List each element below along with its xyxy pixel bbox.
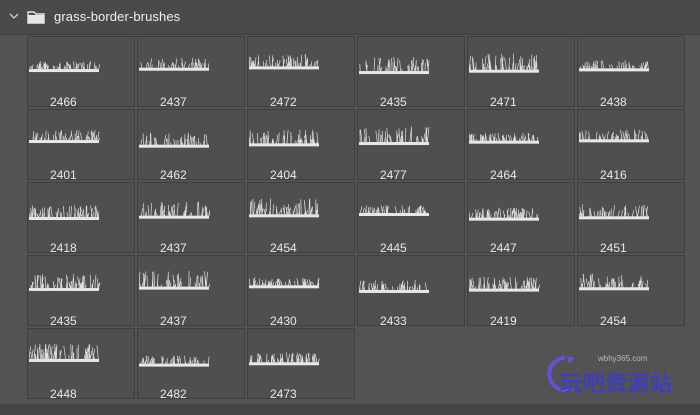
brush-size-label: 2477 — [380, 168, 407, 182]
brush-tile[interactable]: 2451 — [577, 182, 685, 255]
brush-tile[interactable]: 2433 — [357, 255, 465, 328]
grass-stroke-preview-icon — [29, 274, 101, 291]
grass-stroke-preview-icon — [139, 132, 209, 148]
brush-size-label: 2416 — [600, 168, 627, 182]
grass-stroke-preview-icon — [359, 57, 430, 75]
panel-footer — [0, 404, 700, 415]
grass-stroke-preview-icon — [359, 279, 429, 293]
brush-tile[interactable]: 2445 — [357, 182, 465, 255]
brush-tile[interactable]: 2435 — [27, 255, 135, 328]
brush-tile[interactable]: 2404 — [247, 109, 355, 182]
brush-tile[interactable]: 2454 — [577, 255, 685, 328]
grass-stroke-preview-icon — [249, 129, 319, 147]
brush-tile[interactable]: 2437 — [137, 255, 245, 328]
brush-tile[interactable]: 2462 — [137, 109, 245, 182]
brush-size-label: 2437 — [160, 95, 187, 109]
grass-stroke-preview-icon — [249, 277, 320, 289]
brush-size-label: 2435 — [380, 95, 407, 109]
brush-size-label: 2437 — [160, 314, 187, 328]
brush-size-label: 2451 — [600, 241, 627, 255]
brush-size-label: 2473 — [270, 387, 297, 401]
brush-tile[interactable]: 2448 — [27, 328, 135, 401]
brush-size-label: 2464 — [490, 168, 517, 182]
brush-size-label: 2438 — [600, 95, 627, 109]
brush-size-label: 2419 — [490, 314, 517, 328]
grass-stroke-preview-icon — [579, 204, 649, 220]
brush-tile[interactable]: 2401 — [27, 109, 135, 182]
brush-tile[interactable]: 2471 — [467, 36, 575, 109]
brush-tile[interactable]: 2477 — [357, 109, 465, 182]
brush-group-header[interactable]: grass-border-brushes — [0, 0, 700, 35]
brush-tile[interactable]: 2454 — [247, 182, 355, 255]
brush-tile[interactable]: 2447 — [467, 182, 575, 255]
brush-size-label: 2447 — [490, 241, 517, 255]
grass-stroke-preview-icon — [469, 207, 539, 221]
grass-stroke-preview-icon — [579, 273, 649, 291]
brush-size-label: 2482 — [160, 387, 187, 401]
brush-size-label: 2430 — [270, 314, 297, 328]
grass-stroke-preview-icon — [579, 60, 649, 72]
brush-tile[interactable]: 2437 — [137, 182, 245, 255]
grass-stroke-preview-icon — [29, 130, 101, 144]
brush-tile[interactable]: 2473 — [247, 328, 355, 401]
brush-tile[interactable]: 2466 — [27, 36, 135, 109]
brush-grid: 2466 2437 2472 2435 2471 2438 2401 2462 2404 2477… — [27, 36, 689, 402]
brush-size-label: 2404 — [270, 168, 297, 182]
grass-stroke-preview-icon — [139, 271, 211, 290]
grass-stroke-preview-icon — [29, 205, 100, 220]
grass-stroke-preview-icon — [249, 54, 319, 70]
group-title: grass-border-brushes — [54, 9, 181, 24]
brush-tile[interactable]: 2472 — [247, 36, 355, 109]
brush-size-label: 2466 — [50, 95, 77, 109]
grass-stroke-preview-icon — [139, 355, 210, 367]
brush-tile[interactable]: 2464 — [467, 109, 575, 182]
folder-icon — [27, 11, 45, 24]
brush-size-label: 2418 — [50, 241, 77, 255]
grass-stroke-preview-icon — [249, 352, 320, 366]
brush-size-label: 2448 — [50, 387, 77, 401]
brush-size-label: 2454 — [600, 314, 627, 328]
grass-stroke-preview-icon — [139, 201, 211, 219]
brush-size-label: 2472 — [270, 95, 297, 109]
brush-tile[interactable]: 2435 — [357, 36, 465, 109]
brush-size-label: 2433 — [380, 314, 407, 328]
watermark-text: 玩吧资源站 — [560, 372, 673, 397]
brush-size-label: 2445 — [380, 241, 407, 255]
grass-stroke-preview-icon — [579, 129, 649, 143]
brush-size-label: 2435 — [50, 314, 77, 328]
brush-tile[interactable]: 2416 — [577, 109, 685, 182]
brush-tile[interactable]: 2437 — [137, 36, 245, 109]
grass-stroke-preview-icon — [359, 205, 429, 216]
grass-stroke-preview-icon — [29, 344, 99, 362]
brush-tile[interactable]: 2438 — [577, 36, 685, 109]
grass-stroke-preview-icon — [29, 61, 101, 73]
brush-size-label: 2471 — [490, 95, 517, 109]
brush-tile[interactable]: 2418 — [27, 182, 135, 255]
brush-tile[interactable]: 2430 — [247, 255, 355, 328]
grass-stroke-preview-icon — [249, 198, 319, 218]
brush-size-label: 2462 — [160, 168, 187, 182]
grass-stroke-preview-icon — [359, 126, 430, 146]
chevron-down-icon[interactable] — [9, 11, 19, 21]
grass-stroke-preview-icon — [469, 132, 539, 144]
brush-size-label: 2454 — [270, 241, 297, 255]
brush-size-label: 2401 — [50, 168, 77, 182]
grass-stroke-preview-icon — [469, 53, 539, 73]
brush-tile[interactable]: 2482 — [137, 328, 245, 401]
grass-stroke-preview-icon — [469, 276, 541, 292]
brush-size-label: 2437 — [160, 241, 187, 255]
brush-tile[interactable]: 2419 — [467, 255, 575, 328]
grass-stroke-preview-icon — [139, 57, 209, 71]
